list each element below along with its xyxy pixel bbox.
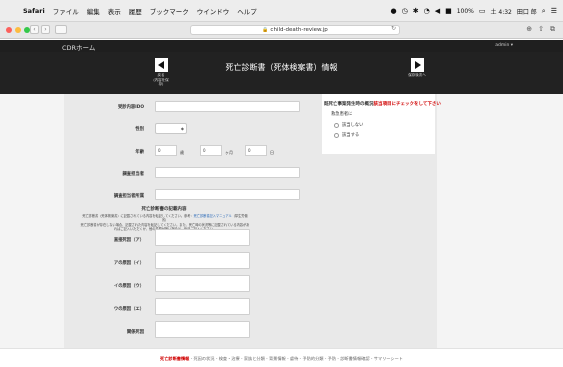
address-bar[interactable]: 🔒 child-death-review.jp xyxy=(190,25,400,35)
prev-sublabel: (内容を保存) xyxy=(153,78,169,86)
cause-related-input[interactable] xyxy=(155,321,250,338)
step-certificate-confirmation[interactable]: 診断書情報確認 xyxy=(340,356,369,361)
field-label-case-id: 受診内容IDO xyxy=(117,105,144,110)
prev-label: 戻る xyxy=(157,73,165,77)
field-label-investigator-org: 調査担当者所属 xyxy=(113,194,144,199)
age-months-input[interactable]: 0 xyxy=(200,145,222,156)
user-menu[interactable]: admin ▾ xyxy=(495,43,513,48)
close-window-icon[interactable] xyxy=(6,27,12,33)
step-navigation: 死亡診断書情報 - 死因の状況 - 検査・治療 - 家族と分類 - 背景情報 -… xyxy=(0,348,563,367)
battery-percent[interactable]: 100% xyxy=(457,8,474,15)
cause-label-c: イの原因（ウ） xyxy=(113,284,144,289)
downloads-icon[interactable]: ⊕ xyxy=(526,25,532,34)
cause-label-b: アの原因（イ） xyxy=(113,261,144,266)
field-label-investigator: 調査担当者 xyxy=(122,172,144,177)
toolbar-actions: ⊕ ⇧ ⧉ xyxy=(526,25,555,34)
cause-label-a: 直接死因（ア） xyxy=(113,238,144,243)
menu-history[interactable]: 履歴 xyxy=(129,6,142,16)
tabs-overview-icon[interactable]: ⧉ xyxy=(550,25,555,34)
question-title-instruction: 該当項目にチェックをして下さい xyxy=(373,102,441,107)
radio-label-applicable: 該当する xyxy=(342,133,360,138)
step-exam-treatment[interactable]: 検査・治療 xyxy=(219,356,240,361)
input-source-icon[interactable]: ■ xyxy=(445,7,452,15)
notification-center-icon[interactable]: ☰ xyxy=(551,7,557,15)
page-header: 戻る (内容を保存) 死亡診断書（死体検案書）情報 保存後次へ xyxy=(0,52,563,94)
wifi-icon[interactable]: ◔ xyxy=(424,7,430,15)
site-topbar: CDRホーム admin ▾ xyxy=(0,40,563,52)
guide-text-1: 死亡診断書（死体検案書）に記載されている内容を転記してください。参考： xyxy=(82,214,194,218)
cause-label-related: 関係死因 xyxy=(126,330,144,335)
investigator-input[interactable] xyxy=(155,167,300,178)
camera-icon[interactable]: ● xyxy=(390,7,396,15)
url-text: child-death-review.jp xyxy=(270,27,328,33)
cause-c-input[interactable] xyxy=(155,275,250,292)
timemachine-icon[interactable]: ◷ xyxy=(402,7,408,15)
menubar-status-area: ● ◷ ✱ ◔ ◀ ■ 100% ▭ 土 4:32 田口 郎 ⌕ ☰ xyxy=(390,0,557,22)
age-years-input[interactable]: 0 xyxy=(155,145,177,156)
manual-link[interactable]: 死亡診断書記入マニュアル xyxy=(194,214,232,218)
radio-option-applicable[interactable]: 該当する xyxy=(334,132,359,138)
section-title: 死亡診断書の記載内容 xyxy=(141,207,187,212)
step-background[interactable]: 背景情報 xyxy=(269,356,286,361)
step-preventability[interactable]: 予防的分類 xyxy=(303,356,324,361)
age-years-unit: 歳 xyxy=(180,150,184,155)
sidebar-toggle-icon[interactable] xyxy=(55,25,67,34)
next-arrow-icon xyxy=(410,58,424,72)
question-title-prefix: 既死亡事案発生時の概況 xyxy=(324,102,374,107)
menu-edit[interactable]: 編集 xyxy=(87,6,100,16)
menu-window[interactable]: ウインドウ xyxy=(197,6,230,16)
browser-toolbar: ‹ › 🔒 child-death-review.jp ↻ ⊕ ⇧ ⧉ xyxy=(0,22,563,39)
menubar-user[interactable]: 田口 郎 xyxy=(517,7,537,16)
macos-menubar: Safari ファイル 編集 表示 履歴 ブックマーク ウインドウ ヘルプ ● … xyxy=(0,0,563,22)
next-button[interactable]: 保存後次へ xyxy=(407,58,427,77)
field-label-age: 年齢 xyxy=(135,150,144,155)
menu-help[interactable]: ヘルプ xyxy=(237,6,257,16)
next-label: 保存後次へ xyxy=(408,73,426,77)
battery-icon[interactable]: ▭ xyxy=(479,7,486,15)
radio-circle-icon[interactable] xyxy=(334,132,339,138)
page-title: 死亡診断書（死体検案書）情報 xyxy=(225,63,338,72)
age-months-unit: ヶ月 xyxy=(225,150,233,155)
step-prevention[interactable]: 予防 xyxy=(328,356,336,361)
step-death-situation[interactable]: 死因の状況 xyxy=(194,356,215,361)
menu-view[interactable]: 表示 xyxy=(108,6,121,16)
step-family-classification[interactable]: 家族と分類 xyxy=(244,356,265,361)
back-icon[interactable]: ‹ xyxy=(30,25,39,34)
cause-a-input[interactable] xyxy=(155,229,250,246)
case-id-input[interactable] xyxy=(155,101,300,112)
menu-file[interactable]: ファイル xyxy=(53,6,79,16)
cdr-home-link[interactable]: CDRホーム xyxy=(62,42,95,52)
window-controls xyxy=(6,27,30,33)
age-days-unit: 日 xyxy=(270,150,274,155)
radio-option-not-applicable[interactable]: 該当しない xyxy=(334,122,363,128)
forward-icon[interactable]: › xyxy=(41,25,50,34)
menu-app-name[interactable]: Safari xyxy=(23,7,45,15)
history-nav: ‹ › xyxy=(30,25,50,34)
minimize-window-icon[interactable] xyxy=(15,27,21,33)
cause-label-d: ウの原因（エ） xyxy=(113,307,144,312)
bluetooth-icon[interactable]: ✱ xyxy=(413,7,419,15)
question-title: 既死亡事案発生時の概況該当項目にチェックをして下さい xyxy=(324,101,441,107)
lock-icon: 🔒 xyxy=(262,27,269,33)
main-content: 受診内容IDO 性別 ◆ 年齢 0 歳 0 ヶ月 0 日 調査担当者 調査担当者… xyxy=(0,94,563,348)
radio-label-not-applicable: 該当しない xyxy=(342,123,364,128)
step-abuse[interactable]: 虐待 xyxy=(290,356,298,361)
share-icon[interactable]: ⇧ xyxy=(538,25,544,34)
investigator-org-input[interactable] xyxy=(155,189,300,200)
step-summary-sheet[interactable]: サマリーシート xyxy=(374,356,403,361)
clock[interactable]: 土 4:32 xyxy=(490,7,511,16)
field-label-sex: 性別 xyxy=(135,127,144,132)
cause-d-input[interactable] xyxy=(155,298,250,315)
sex-select[interactable]: ◆ xyxy=(155,123,187,134)
reload-icon[interactable]: ↻ xyxy=(391,25,396,32)
question-subtitle: 救急患者に xyxy=(331,112,353,117)
cause-b-input[interactable] xyxy=(155,252,250,269)
volume-icon[interactable]: ◀ xyxy=(435,7,440,15)
age-days-input[interactable]: 0 xyxy=(245,145,267,156)
menu-bookmarks[interactable]: ブックマーク xyxy=(150,6,189,16)
step-death-certificate[interactable]: 死亡診断書情報 xyxy=(160,356,189,361)
radio-circle-icon[interactable] xyxy=(334,122,339,128)
spotlight-icon[interactable]: ⌕ xyxy=(542,7,546,16)
